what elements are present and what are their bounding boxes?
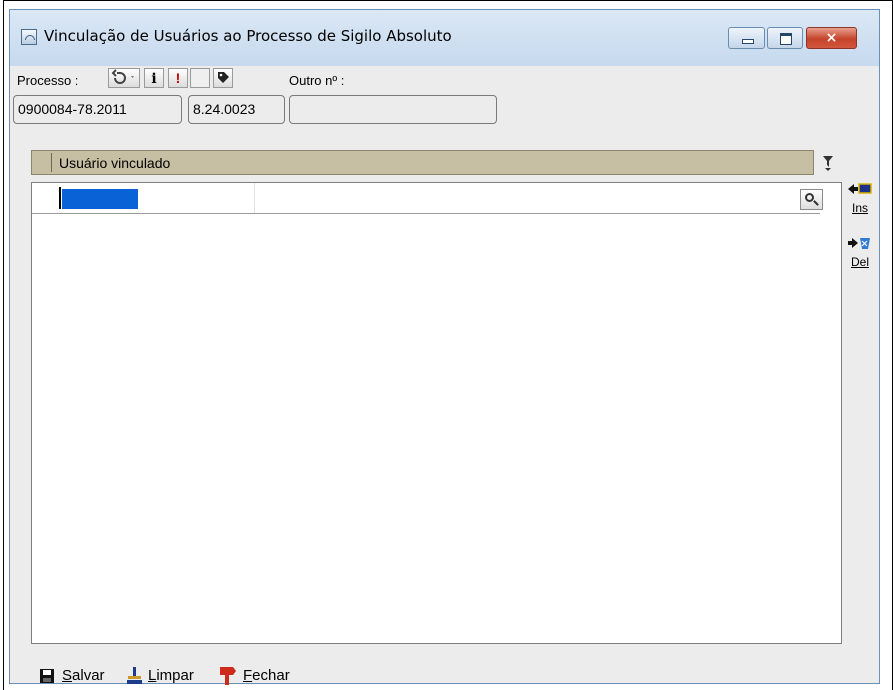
- column-separator: [51, 153, 52, 172]
- tag-button[interactable]: [213, 68, 233, 88]
- column-header-usuario[interactable]: Usuário vinculado: [59, 155, 170, 171]
- filter-icon[interactable]: [822, 154, 834, 172]
- insert-row-icon: [848, 183, 872, 194]
- grid-header: Usuário vinculado: [31, 150, 814, 175]
- minimize-button[interactable]: [728, 27, 765, 49]
- dialog-window: Vinculação de Usuários ao Processo de Si…: [9, 9, 880, 685]
- maximize-icon: [780, 33, 792, 45]
- search-lookup-button[interactable]: [800, 189, 823, 210]
- insert-button[interactable]: Ins: [843, 181, 877, 215]
- signpost-icon: [220, 667, 236, 685]
- save-icon: [40, 669, 54, 683]
- outro-numero-field[interactable]: [289, 95, 497, 124]
- close-icon: ×: [825, 30, 838, 46]
- clear-label: Limpar: [148, 667, 194, 684]
- title-bar[interactable]: Vinculação de Usuários ao Processo de Si…: [10, 10, 879, 66]
- undo-button[interactable]: [108, 68, 140, 88]
- info-icon: i: [151, 71, 157, 87]
- info-button[interactable]: i: [144, 68, 164, 88]
- users-grid[interactable]: [31, 182, 842, 644]
- blank-button[interactable]: [190, 68, 210, 88]
- processo-label: Processo :: [17, 73, 79, 88]
- save-label: Salvar: [62, 667, 105, 684]
- cell-separator: [254, 183, 255, 213]
- process-code-field[interactable]: 8.24.0023: [188, 95, 285, 124]
- app-icon: [21, 29, 37, 45]
- delete-row-icon: [848, 238, 870, 249]
- delete-label: Del: [850, 255, 869, 269]
- outro-numero-label: Outro nº :: [289, 73, 345, 88]
- tag-icon: [218, 72, 229, 83]
- close-window-button[interactable]: ×: [806, 27, 857, 49]
- alert-icon: !: [175, 70, 181, 86]
- window-title: Vinculação de Usuários ao Processo de Si…: [44, 27, 452, 45]
- user-cell-selected[interactable]: [62, 189, 138, 209]
- undo-icon: [111, 69, 134, 84]
- broom-icon: [127, 667, 142, 684]
- close-label: Fechar: [243, 667, 290, 684]
- alert-button[interactable]: !: [168, 68, 188, 88]
- maximize-button[interactable]: [767, 27, 803, 49]
- insert-label: Ins: [851, 201, 868, 215]
- table-row[interactable]: [32, 183, 820, 214]
- process-number-field[interactable]: 0900084-78.2011: [13, 95, 182, 124]
- row-cursor: [59, 187, 61, 209]
- delete-button[interactable]: Del: [843, 235, 877, 269]
- minimize-icon: [742, 39, 754, 44]
